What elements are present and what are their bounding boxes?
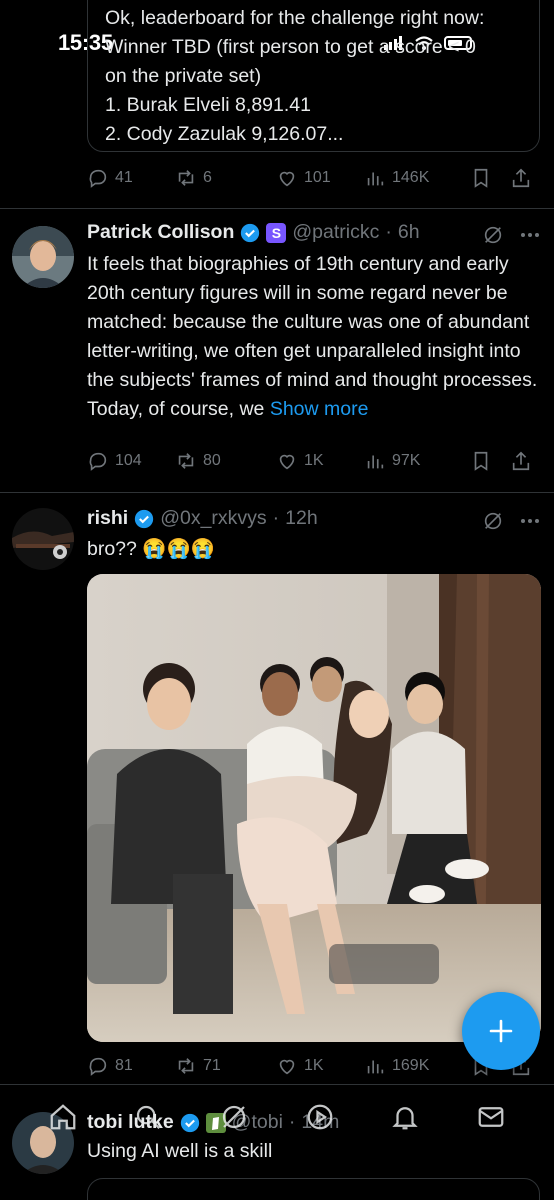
reply-icon [89,1057,107,1076]
affiliate-badge: S [266,222,287,243]
avatar-image [12,226,74,288]
quoted-tweet-text: Ok, leaderboard for the challenge right … [105,7,485,145]
tweet-menu [482,224,540,246]
bottom-tab-bar [0,1088,554,1146]
author-name[interactable]: Patrick Collison [87,221,234,244]
repost-count: 71 [203,1057,221,1074]
reply-count: 104 [115,452,142,469]
author-handle[interactable]: @patrickc [292,221,379,244]
like-count: 1K [304,1057,324,1074]
tweet-actions: 104 80 1K 97K [87,447,537,475]
reply-button[interactable]: 41 [87,167,175,189]
verified-badge-icon [135,509,154,528]
like-button[interactable]: 1K [276,1055,364,1077]
views-icon [367,1060,384,1074]
bookmark-icon [474,168,488,188]
share-icon [512,451,530,471]
tweet-header: rishi @0x_rxkvys · 12h [87,507,318,530]
video-icon[interactable] [305,1102,335,1132]
view-count: 97K [392,452,421,469]
like-count: 1K [304,452,324,469]
repost-count: 6 [203,169,212,186]
media-photo [87,574,541,1042]
show-more-link[interactable]: Show more [270,398,369,420]
notifications-icon[interactable] [390,1102,420,1132]
repost-button[interactable]: 71 [175,1055,276,1077]
more-icon[interactable] [520,518,540,524]
view-count: 169K [392,1057,430,1074]
plus-icon [489,1019,513,1043]
repost-count: 80 [203,452,221,469]
more-icon[interactable] [520,232,540,238]
heart-icon [279,454,295,470]
share-button[interactable] [510,450,532,472]
avatar-image [12,508,74,570]
compose-fab-button[interactable] [462,992,540,1070]
like-button[interactable]: 101 [276,167,364,189]
tweet-header: Patrick Collison S @patrickc · 6h [87,221,420,244]
divider [0,1084,554,1085]
reply-icon [89,169,107,188]
avatar[interactable] [12,226,74,288]
repost-button[interactable]: 80 [175,450,276,472]
views-button[interactable]: 97K [364,450,470,472]
tweet-time[interactable]: 12h [285,507,318,530]
repost-button[interactable]: 6 [175,167,276,189]
tweet-media-image[interactable] [87,574,541,1042]
embedded-card[interactable] [87,1178,540,1200]
tweet-text: It feels that biographies of 19th centur… [87,250,542,424]
repost-icon [178,1058,194,1074]
views-button[interactable]: 146K [364,167,470,189]
repost-icon [178,170,194,186]
views-icon [367,455,384,469]
views-icon [367,172,384,186]
author-handle[interactable]: @0x_rxkvys [160,507,266,530]
like-count: 101 [304,169,331,186]
tweet-time[interactable]: 6h [398,221,420,244]
heart-icon [279,1059,295,1075]
view-count: 146K [392,169,430,186]
messages-icon[interactable] [476,1102,506,1132]
grok-icon[interactable] [482,224,504,246]
share-icon [512,168,530,188]
reply-count: 81 [115,1057,133,1074]
share-button[interactable] [510,167,532,189]
grok-icon[interactable] [219,1102,249,1132]
tweet-menu [482,510,540,532]
tweet-body: It feels that biographies of 19th centur… [87,253,538,420]
author-name[interactable]: rishi [87,507,128,530]
tweet-actions: 41 6 101 146K [87,164,537,192]
time-separator: · [272,507,280,529]
bookmark-icon [474,451,488,471]
home-icon[interactable] [48,1102,78,1132]
reply-count: 41 [115,169,133,186]
search-icon[interactable] [133,1102,163,1132]
bookmark-button[interactable] [470,450,510,472]
reply-button[interactable]: 81 [87,1055,175,1077]
time-separator: · [385,221,392,243]
reply-button[interactable]: 104 [87,450,175,472]
grok-icon[interactable] [482,510,504,532]
reply-icon [89,452,107,471]
tweet-actions: 81 71 1K 169K [87,1052,537,1080]
avatar[interactable] [12,508,74,570]
heart-icon [279,171,295,187]
bookmark-button[interactable] [470,167,510,189]
divider [0,208,554,209]
tweet-text: bro?? 😭😭😭 [87,538,216,560]
divider [0,492,554,493]
views-button[interactable]: 169K [364,1055,470,1077]
verified-badge-icon [241,223,260,242]
repost-icon [178,453,194,469]
like-button[interactable]: 1K [276,450,364,472]
